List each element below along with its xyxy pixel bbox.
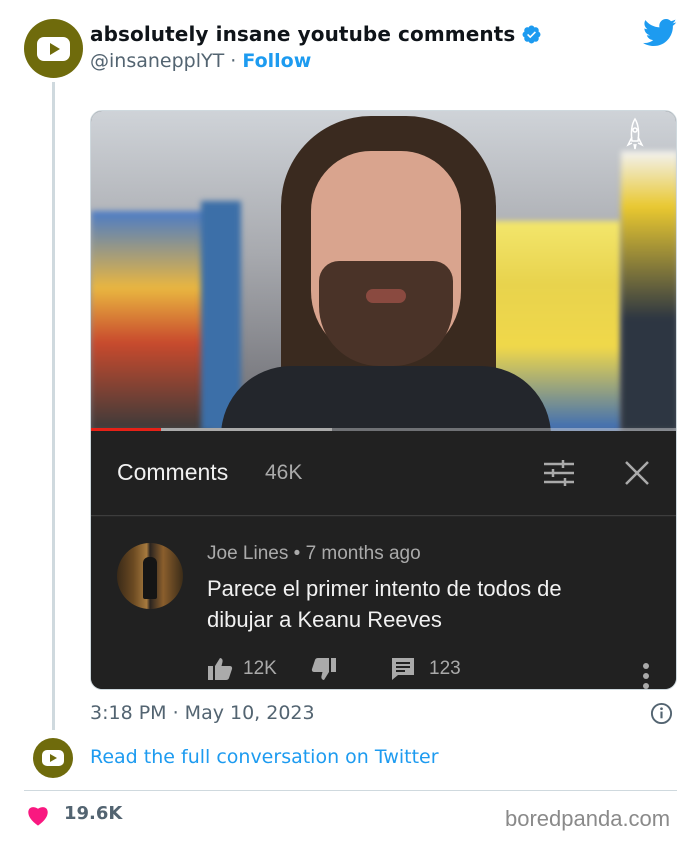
comment-text: Parece el primer intento de todos de dib…: [207, 576, 562, 632]
comment-age: 7 months ago: [305, 543, 421, 564]
thread-line: [52, 82, 55, 730]
video-thumbnail[interactable]: [91, 111, 676, 431]
comments-count: 46K: [265, 461, 303, 484]
youtube-logo-icon: [37, 36, 70, 61]
media-card[interactable]: Comments 46K Joe Lines • 7 months ago Pa…: [90, 110, 677, 690]
dislike-button[interactable]: [311, 657, 337, 681]
tweet-timestamp[interactable]: 3:18 PM · May 10, 2023: [90, 702, 315, 724]
heart-icon[interactable]: [26, 804, 50, 826]
person-mouth: [366, 289, 406, 303]
reply-button[interactable]: 123: [391, 657, 461, 681]
separator: ·: [230, 50, 237, 72]
comment-author[interactable]: Joe Lines: [207, 543, 288, 564]
tweet-embed: absolutely insane youtube comments @insa…: [0, 0, 700, 843]
comments-title: Comments: [117, 459, 229, 485]
divider: [24, 790, 677, 791]
person-suit: [221, 366, 551, 431]
arcade-cabinet-far-right: [621, 151, 676, 431]
comment-item: Joe Lines • 7 months ago Parece el prime…: [91, 517, 676, 689]
thumbs-up-icon: [208, 658, 233, 680]
comments-header: Comments 46K: [91, 431, 676, 516]
conversation-avatar[interactable]: [33, 738, 73, 778]
commenter-avatar[interactable]: [117, 543, 183, 609]
more-vertical-icon[interactable]: [642, 663, 650, 689]
author-name-row: absolutely insane youtube comments: [90, 22, 542, 46]
reply-icon: [392, 658, 414, 680]
watermark: boredpanda.com: [505, 806, 671, 831]
like-button[interactable]: 12K: [207, 657, 277, 681]
comment-meta: Joe Lines • 7 months ago: [207, 543, 421, 565]
verified-badge-icon: [522, 25, 541, 43]
read-conversation-link[interactable]: Read the full conversation on Twitter: [90, 746, 439, 768]
info-icon[interactable]: [650, 702, 673, 725]
rocket-icon: [626, 117, 644, 150]
display-name[interactable]: absolutely insane youtube comments: [90, 22, 515, 46]
handle-row: @insanepplYT · Follow: [90, 50, 311, 72]
comment-meta-dot: •: [293, 543, 301, 564]
filter-icon[interactable]: [543, 459, 575, 487]
arcade-cabinet-left: [91, 211, 211, 431]
twitter-bird-icon[interactable]: [643, 18, 677, 48]
handle[interactable]: @insanepplYT: [90, 50, 224, 72]
follow-button[interactable]: Follow: [242, 50, 311, 72]
tweet-like-count[interactable]: 19.6K: [64, 803, 122, 824]
thumbs-down-icon: [311, 658, 336, 680]
youtube-logo-icon: [42, 750, 64, 766]
reply-count: 123: [429, 658, 461, 679]
person-beard: [319, 261, 453, 366]
close-icon[interactable]: [623, 459, 651, 487]
profile-avatar[interactable]: [24, 19, 83, 78]
like-count: 12K: [243, 658, 277, 679]
